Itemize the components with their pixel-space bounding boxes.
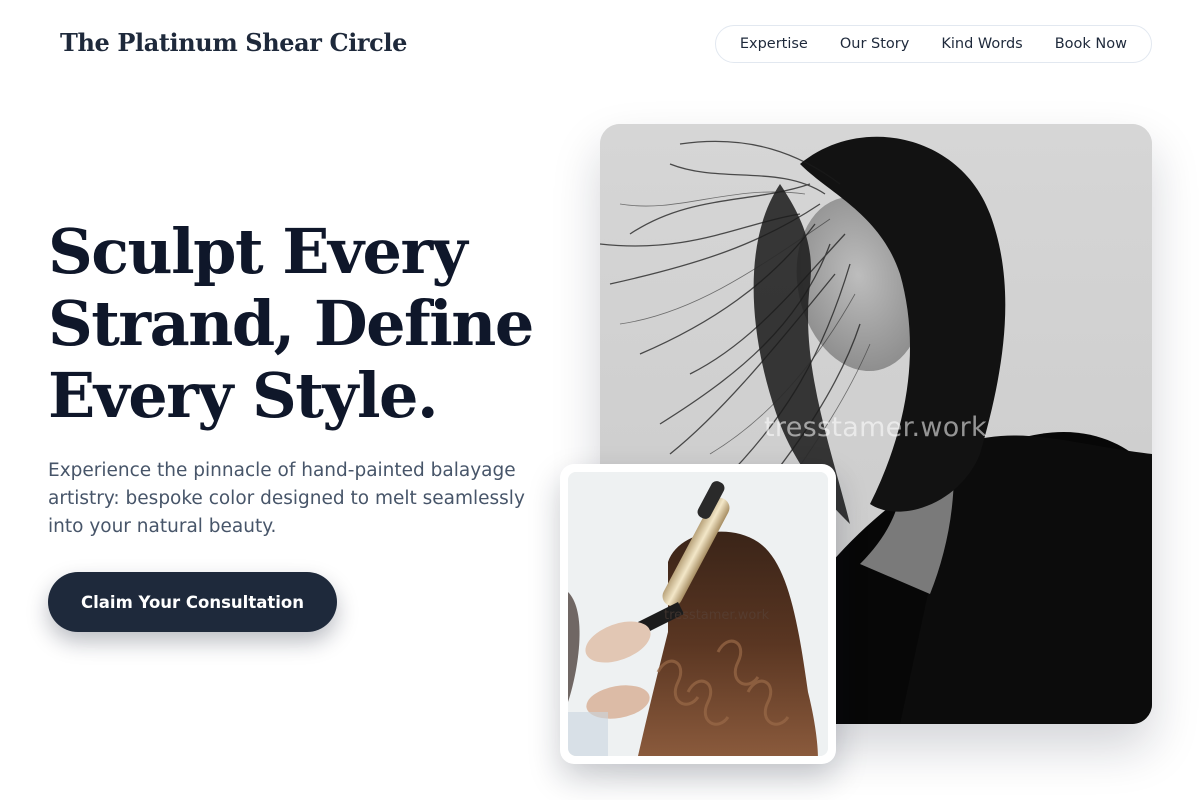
inset-image-watermark: tresstamer.work	[664, 608, 770, 623]
stylist-curling-hair-image: tresstamer.work	[568, 472, 828, 756]
brand-logo-text[interactable]: The Platinum Shear Circle	[60, 28, 407, 57]
main-image-watermark: tresstamer.work	[764, 412, 987, 443]
nav-link-book-now[interactable]: Book Now	[1039, 36, 1143, 52]
inset-photo-card: tresstamer.work	[560, 464, 836, 764]
nav-link-expertise[interactable]: Expertise	[724, 36, 824, 52]
claim-consultation-button[interactable]: Claim Your Consultation	[48, 572, 337, 632]
hero-subheadline: Experience the pinnacle of hand-painted …	[48, 460, 525, 537]
hero-headline: Sculpt Every Strand, Define Every Style.	[48, 215, 534, 432]
main-nav: Expertise Our Story Kind Words Book Now	[714, 25, 1152, 63]
nav-link-our-story[interactable]: Our Story	[824, 36, 925, 52]
nav-link-kind-words[interactable]: Kind Words	[925, 36, 1038, 52]
